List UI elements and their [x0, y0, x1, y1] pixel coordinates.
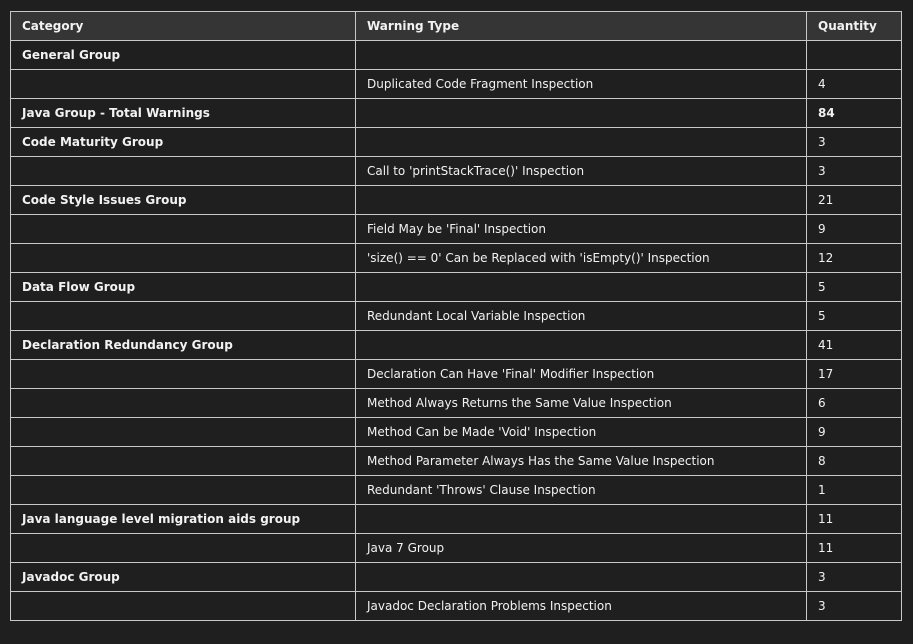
- quantity-cell: 3: [806, 156, 902, 186]
- header-category: Category: [10, 11, 356, 41]
- category-cell: [10, 69, 356, 99]
- category-cell: [10, 475, 356, 505]
- quantity-cell: 4: [806, 69, 902, 99]
- warnings-table-container: Category Warning Type Quantity General G…: [10, 11, 902, 621]
- quantity-cell: 21: [806, 185, 902, 215]
- warning-type-cell: [355, 40, 807, 70]
- table-row: Method Always Returns the Same Value Ins…: [10, 388, 902, 418]
- header-quantity: Quantity: [806, 11, 902, 41]
- category-cell: Java Group - Total Warnings: [10, 98, 356, 128]
- table-row: Method Parameter Always Has the Same Val…: [10, 446, 902, 476]
- quantity-cell: 11: [806, 504, 902, 534]
- quantity-cell: 6: [806, 388, 902, 418]
- table-row: Call to 'printStackTrace()' Inspection 3: [10, 156, 902, 186]
- table-header: Category Warning Type Quantity: [10, 11, 902, 41]
- category-cell: [10, 214, 356, 244]
- category-cell: [10, 156, 356, 186]
- category-cell: [10, 388, 356, 418]
- warning-type-cell: [355, 185, 807, 215]
- table-row: Javadoc Declaration Problems Inspection 3: [10, 591, 902, 621]
- category-cell: Java language level migration aids group: [10, 504, 356, 534]
- table-row: Declaration Can Have 'Final' Modifier In…: [10, 359, 902, 389]
- warning-type-cell: [355, 127, 807, 157]
- table-row: Java language level migration aids group…: [10, 504, 902, 534]
- warning-type-cell: Method Always Returns the Same Value Ins…: [355, 388, 807, 418]
- quantity-cell: 17: [806, 359, 902, 389]
- category-cell: Code Maturity Group: [10, 127, 356, 157]
- category-cell: [10, 301, 356, 331]
- table-row: Java 7 Group 11: [10, 533, 902, 563]
- category-cell: [10, 591, 356, 621]
- warning-type-cell: [355, 504, 807, 534]
- warning-type-cell: Method Parameter Always Has the Same Val…: [355, 446, 807, 476]
- warning-type-cell: Call to 'printStackTrace()' Inspection: [355, 156, 807, 186]
- warning-type-cell: Field May be 'Final' Inspection: [355, 214, 807, 244]
- table-row: Javadoc Group 3: [10, 562, 902, 592]
- table-row: Code Style Issues Group 21: [10, 185, 902, 215]
- quantity-cell: 3: [806, 127, 902, 157]
- warning-type-cell: [355, 562, 807, 592]
- quantity-cell: 3: [806, 591, 902, 621]
- category-cell: General Group: [10, 40, 356, 70]
- table-body: General Group Duplicated Code Fragment In…: [10, 40, 902, 621]
- quantity-cell: 3: [806, 562, 902, 592]
- warning-type-cell: Declaration Can Have 'Final' Modifier In…: [355, 359, 807, 389]
- quantity-cell: 84: [806, 98, 902, 128]
- warnings-table: Category Warning Type Quantity General G…: [10, 11, 902, 621]
- table-row: General Group: [10, 40, 902, 70]
- warning-type-cell: Method Can be Made 'Void' Inspection: [355, 417, 807, 447]
- table-row: Method Can be Made 'Void' Inspection 9: [10, 417, 902, 447]
- category-cell: Declaration Redundancy Group: [10, 330, 356, 360]
- category-cell: Javadoc Group: [10, 562, 356, 592]
- warning-type-cell: Redundant 'Throws' Clause Inspection: [355, 475, 807, 505]
- table-row: 'size() == 0' Can be Replaced with 'isEm…: [10, 243, 902, 273]
- warning-type-cell: Duplicated Code Fragment Inspection: [355, 69, 807, 99]
- header-warning-type: Warning Type: [355, 11, 807, 41]
- warning-type-cell: [355, 330, 807, 360]
- category-cell: [10, 417, 356, 447]
- category-cell: Data Flow Group: [10, 272, 356, 302]
- table-row: Field May be 'Final' Inspection 9: [10, 214, 902, 244]
- quantity-cell: 8: [806, 446, 902, 476]
- header-row: Category Warning Type Quantity: [10, 11, 902, 41]
- category-cell: [10, 243, 356, 273]
- warning-type-cell: [355, 98, 807, 128]
- warning-type-cell: Redundant Local Variable Inspection: [355, 301, 807, 331]
- table-row: Duplicated Code Fragment Inspection 4: [10, 69, 902, 99]
- table-row: Redundant Local Variable Inspection 5: [10, 301, 902, 331]
- warning-type-cell: Javadoc Declaration Problems Inspection: [355, 591, 807, 621]
- quantity-cell: 11: [806, 533, 902, 563]
- quantity-cell: 9: [806, 417, 902, 447]
- table-row: Redundant 'Throws' Clause Inspection 1: [10, 475, 902, 505]
- quantity-cell: [806, 40, 902, 70]
- quantity-cell: 12: [806, 243, 902, 273]
- quantity-cell: 9: [806, 214, 902, 244]
- category-cell: [10, 446, 356, 476]
- category-cell: [10, 533, 356, 563]
- quantity-cell: 41: [806, 330, 902, 360]
- category-cell: Code Style Issues Group: [10, 185, 356, 215]
- warning-type-cell: [355, 272, 807, 302]
- table-row: Java Group - Total Warnings 84: [10, 98, 902, 128]
- table-row: Declaration Redundancy Group 41: [10, 330, 902, 360]
- warning-type-cell: 'size() == 0' Can be Replaced with 'isEm…: [355, 243, 807, 273]
- quantity-cell: 1: [806, 475, 902, 505]
- table-row: Data Flow Group 5: [10, 272, 902, 302]
- table-row: Code Maturity Group 3: [10, 127, 902, 157]
- category-cell: [10, 359, 356, 389]
- quantity-cell: 5: [806, 301, 902, 331]
- warning-type-cell: Java 7 Group: [355, 533, 807, 563]
- quantity-cell: 5: [806, 272, 902, 302]
